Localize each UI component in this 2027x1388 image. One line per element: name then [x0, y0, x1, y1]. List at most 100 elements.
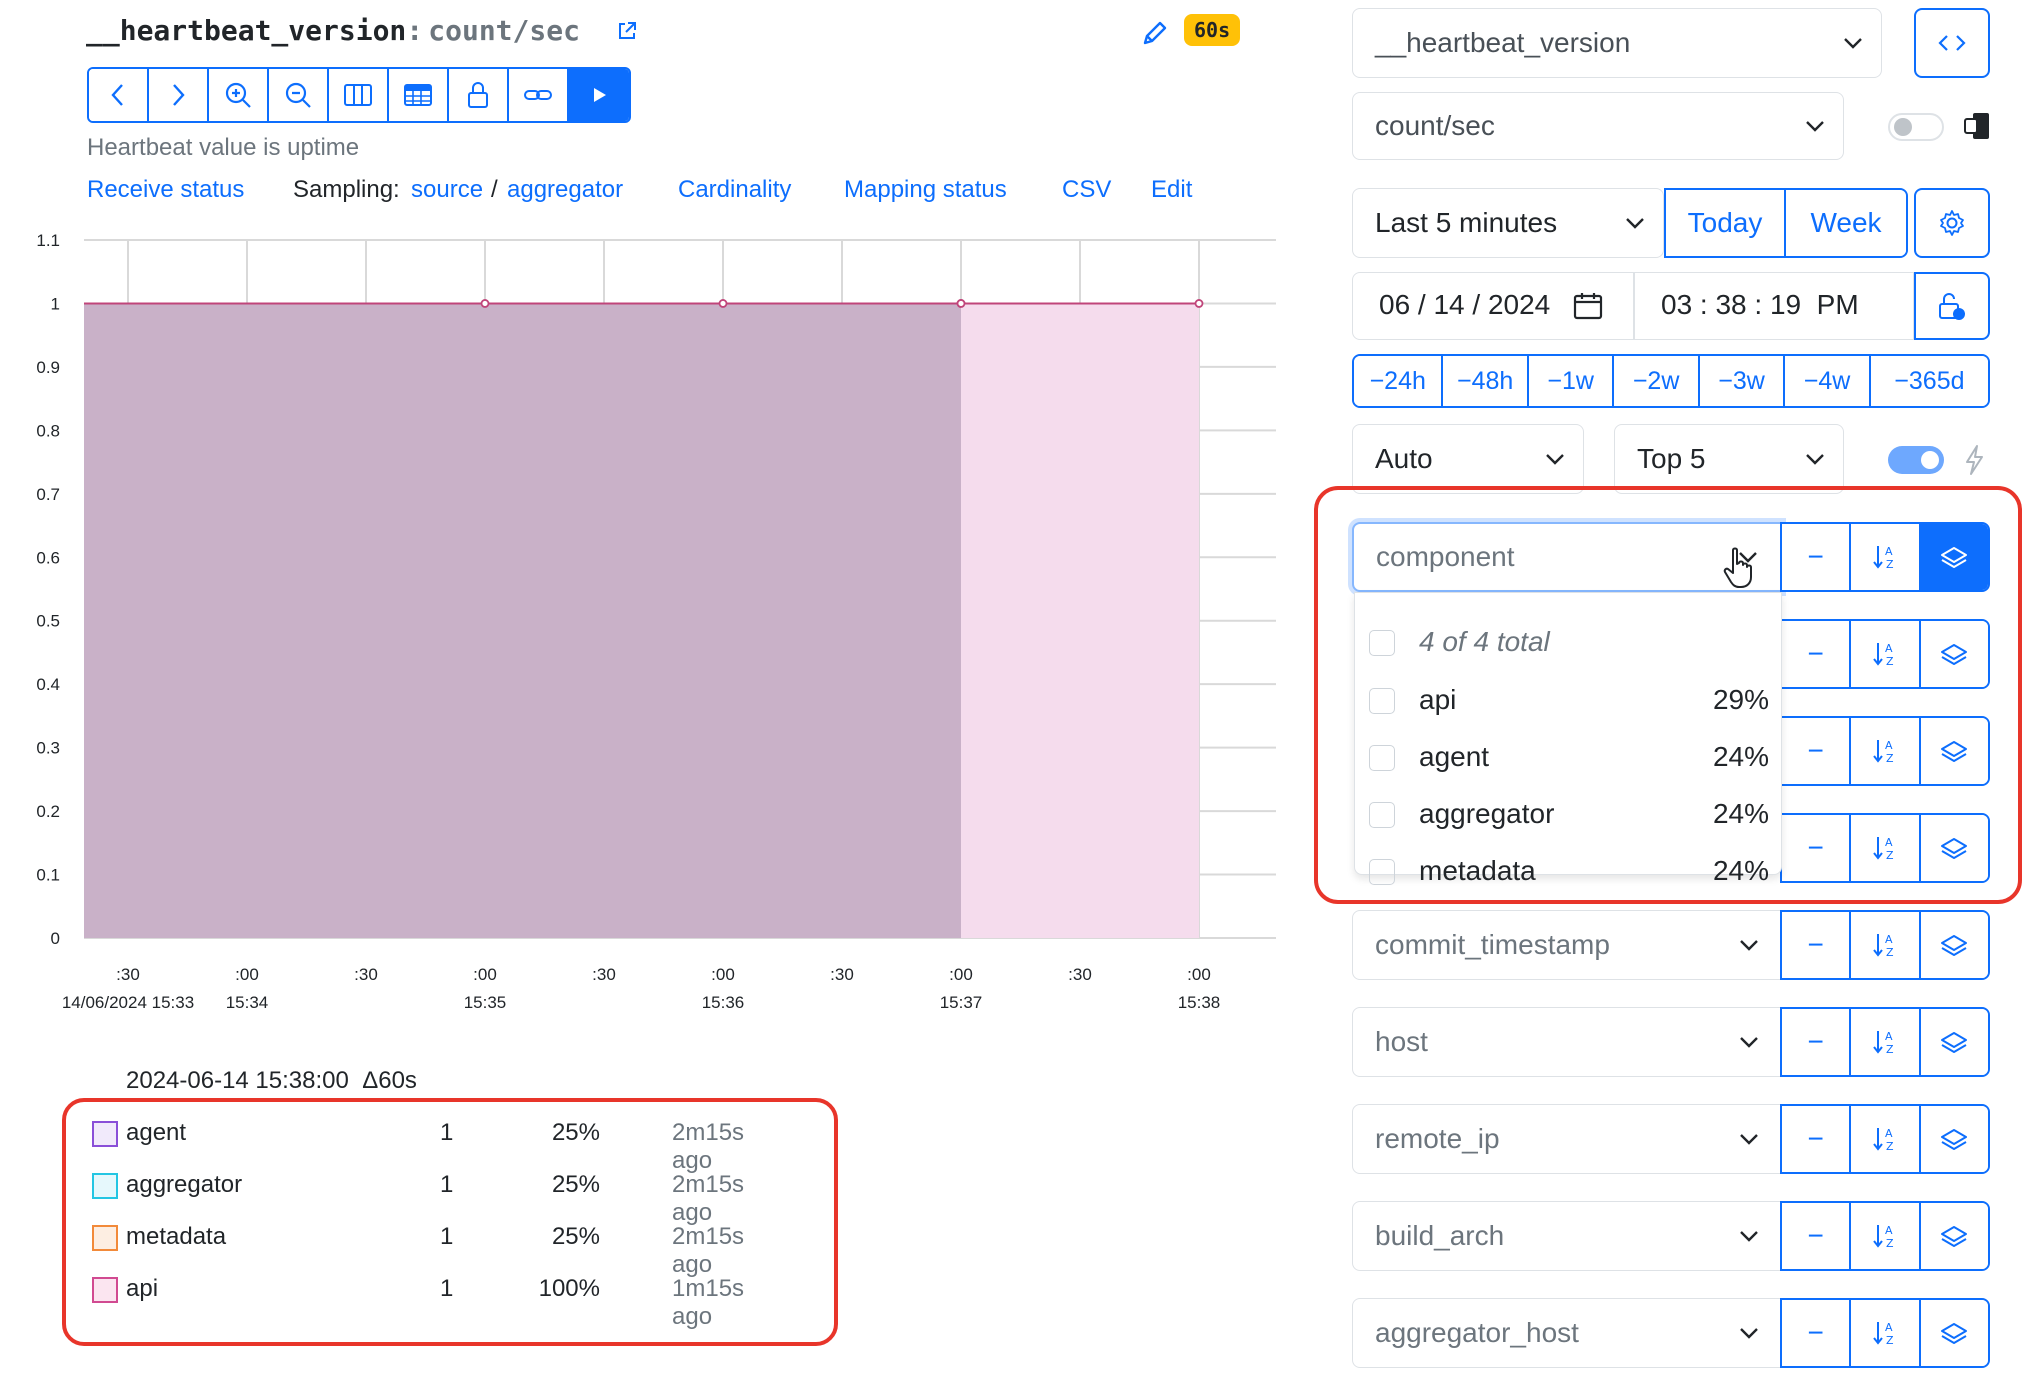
compare-toggle[interactable] — [1888, 113, 1944, 141]
receive-status-link[interactable]: Receive status — [87, 176, 244, 204]
layers-icon — [1941, 1129, 1968, 1150]
shift-4w-button[interactable]: −4w — [1785, 356, 1871, 406]
legend-name: metadata — [126, 1223, 227, 1250]
sampling-source-link[interactable]: source — [411, 176, 483, 204]
exclude-button[interactable]: − — [1782, 1106, 1852, 1172]
refresh-badge[interactable]: 60s — [1184, 14, 1241, 46]
svg-text:Z: Z — [1886, 1140, 1894, 1153]
legend-row[interactable]: aggregator 1 25% 2m15s ago — [0, 1165, 780, 1226]
tag-select-value: aggregator_host — [1375, 1317, 1579, 1348]
time-shift-buttons: −24h −48h −1w −2w −3w −4w −365d — [1352, 354, 1990, 408]
cardinality-link[interactable]: Cardinality — [678, 176, 791, 204]
y-tick-label: 1.1 — [36, 231, 60, 250]
tag-select-build-arch[interactable]: build_arch — [1352, 1201, 1782, 1271]
legend-percent: 25% — [551, 1223, 600, 1250]
table-button[interactable] — [389, 69, 449, 121]
forward-button[interactable] — [149, 69, 209, 121]
sort-button[interactable]: AZ — [1851, 1106, 1921, 1172]
calendar-icon[interactable] — [1573, 291, 1603, 321]
x-tick-date-label: 14/06/2024 15:33 — [62, 993, 194, 1012]
tag-actions: − AZ — [1780, 1007, 1990, 1077]
zoom-in-icon — [225, 82, 251, 108]
period-buttons: Today Week — [1664, 188, 1908, 258]
legend-name: api — [126, 1275, 159, 1302]
resolution-select[interactable]: Auto — [1352, 424, 1584, 494]
lock-button[interactable] — [449, 69, 509, 121]
sort-button[interactable]: AZ — [1851, 1009, 1921, 1075]
sampling-label: Sampling: — [293, 176, 400, 203]
shift-48h-button[interactable]: −48h — [1443, 356, 1529, 406]
time-range-select[interactable]: Last 5 minutes — [1352, 188, 1664, 258]
exclude-button[interactable]: − — [1782, 1300, 1852, 1366]
group-by-button[interactable] — [1920, 1009, 1988, 1075]
group-by-button[interactable] — [1920, 1300, 1988, 1366]
code-view-button[interactable] — [1914, 8, 1990, 78]
top-n-value: Top 5 — [1637, 443, 1706, 474]
group-by-button[interactable] — [1920, 1203, 1988, 1269]
zoom-in-button[interactable] — [209, 69, 269, 121]
csv-link[interactable]: CSV — [1062, 176, 1111, 204]
tag-row-build-arch: build_arch − AZ — [1352, 1201, 1990, 1271]
sampling-aggregator-link[interactable]: aggregator — [507, 176, 623, 204]
shift-365d-button[interactable]: −365d — [1870, 356, 1988, 406]
back-button[interactable] — [89, 69, 149, 121]
settings-button[interactable] — [1914, 188, 1990, 258]
y-tick-label: 0.4 — [36, 675, 60, 694]
sort-alpha-icon: AZ — [1873, 933, 1894, 959]
x-tick-label: :30 — [830, 965, 854, 984]
y-tick-label: 1 — [51, 294, 60, 313]
legend-ago: 1m15s ago — [672, 1275, 745, 1330]
time-range-value: Last 5 minutes — [1375, 207, 1558, 238]
link-button[interactable] — [509, 69, 569, 121]
exclude-button[interactable]: − — [1782, 912, 1852, 978]
group-by-button[interactable] — [1920, 912, 1988, 978]
tag-actions: − AZ — [1780, 1201, 1990, 1271]
shift-24h-button[interactable]: −24h — [1354, 356, 1444, 406]
tag-select-remote-ip[interactable]: remote_ip — [1352, 1104, 1782, 1174]
sort-button[interactable]: AZ — [1851, 1300, 1921, 1366]
exclude-button[interactable]: − — [1782, 1203, 1852, 1269]
legend-row[interactable]: api 1 100% 1m15s ago — [0, 1269, 780, 1330]
title-colon: : — [406, 14, 424, 47]
time-input[interactable]: 03 : 38 : 19 PM — [1661, 289, 1859, 321]
today-button[interactable]: Today — [1666, 190, 1787, 256]
play-button[interactable] — [569, 69, 629, 121]
data-point — [956, 299, 966, 308]
tag-select-host[interactable]: host — [1352, 1007, 1782, 1077]
unit-select[interactable]: count/sec — [1352, 92, 1844, 160]
svg-text:A: A — [1885, 1127, 1893, 1140]
x-tick-date-label: 15:35 — [464, 993, 507, 1012]
timeseries-chart[interactable]: 0 0.1 0.2 0.3 0.4 0.5 0.6 0.7 0.8 0.9 1 1.1:30 14/06… — [0, 220, 1290, 1040]
mapping-status-link[interactable]: Mapping status — [844, 176, 1007, 204]
metric-select[interactable]: __heartbeat_version — [1352, 8, 1882, 78]
pencil-icon[interactable] — [1140, 18, 1170, 48]
tag-select-aggregator-host[interactable]: aggregator_host — [1352, 1298, 1782, 1368]
legend-row[interactable]: metadata 1 25% 2m15s ago — [0, 1217, 780, 1278]
shift-1w-button[interactable]: −1w — [1528, 356, 1615, 406]
group-by-button[interactable] — [1920, 1106, 1988, 1172]
zoom-out-button[interactable] — [269, 69, 329, 121]
sort-button[interactable]: AZ — [1851, 912, 1921, 978]
lock-time-button[interactable] — [1914, 272, 1990, 340]
legend-percent: 25% — [551, 1171, 600, 1198]
columns-button[interactable] — [329, 69, 389, 121]
max-host-toggle[interactable] — [1888, 446, 1944, 474]
top-n-select[interactable]: Top 5 — [1614, 424, 1844, 494]
sort-button[interactable]: AZ — [1851, 1203, 1921, 1269]
tag-row-commit-timestamp: commit_timestamp − AZ — [1352, 910, 1990, 980]
legend-row[interactable]: agent 1 25% 2m15s ago — [0, 1113, 780, 1174]
tag-select-value: commit_timestamp — [1375, 929, 1610, 960]
edit-link[interactable]: Edit — [1151, 176, 1192, 204]
date-input[interactable]: 06 / 14 / 2024 — [1379, 289, 1550, 321]
svg-text:Z: Z — [1886, 1237, 1894, 1250]
external-link-icon[interactable] — [616, 20, 638, 42]
exclude-button[interactable]: − — [1782, 1009, 1852, 1075]
shift-3w-button[interactable]: −3w — [1699, 356, 1786, 406]
shift-2w-button[interactable]: −2w — [1614, 356, 1700, 406]
svg-text:A: A — [1885, 933, 1893, 946]
week-button[interactable]: Week — [1786, 190, 1906, 256]
tag-select-commit-timestamp[interactable]: commit_timestamp — [1352, 910, 1782, 980]
metric-title: __heartbeat_version: count/sec — [86, 14, 580, 47]
datetime-field: 06 / 14 / 2024 03 : 38 : 19 PM — [1352, 272, 1914, 340]
x-tick-label: :00 — [473, 965, 497, 984]
